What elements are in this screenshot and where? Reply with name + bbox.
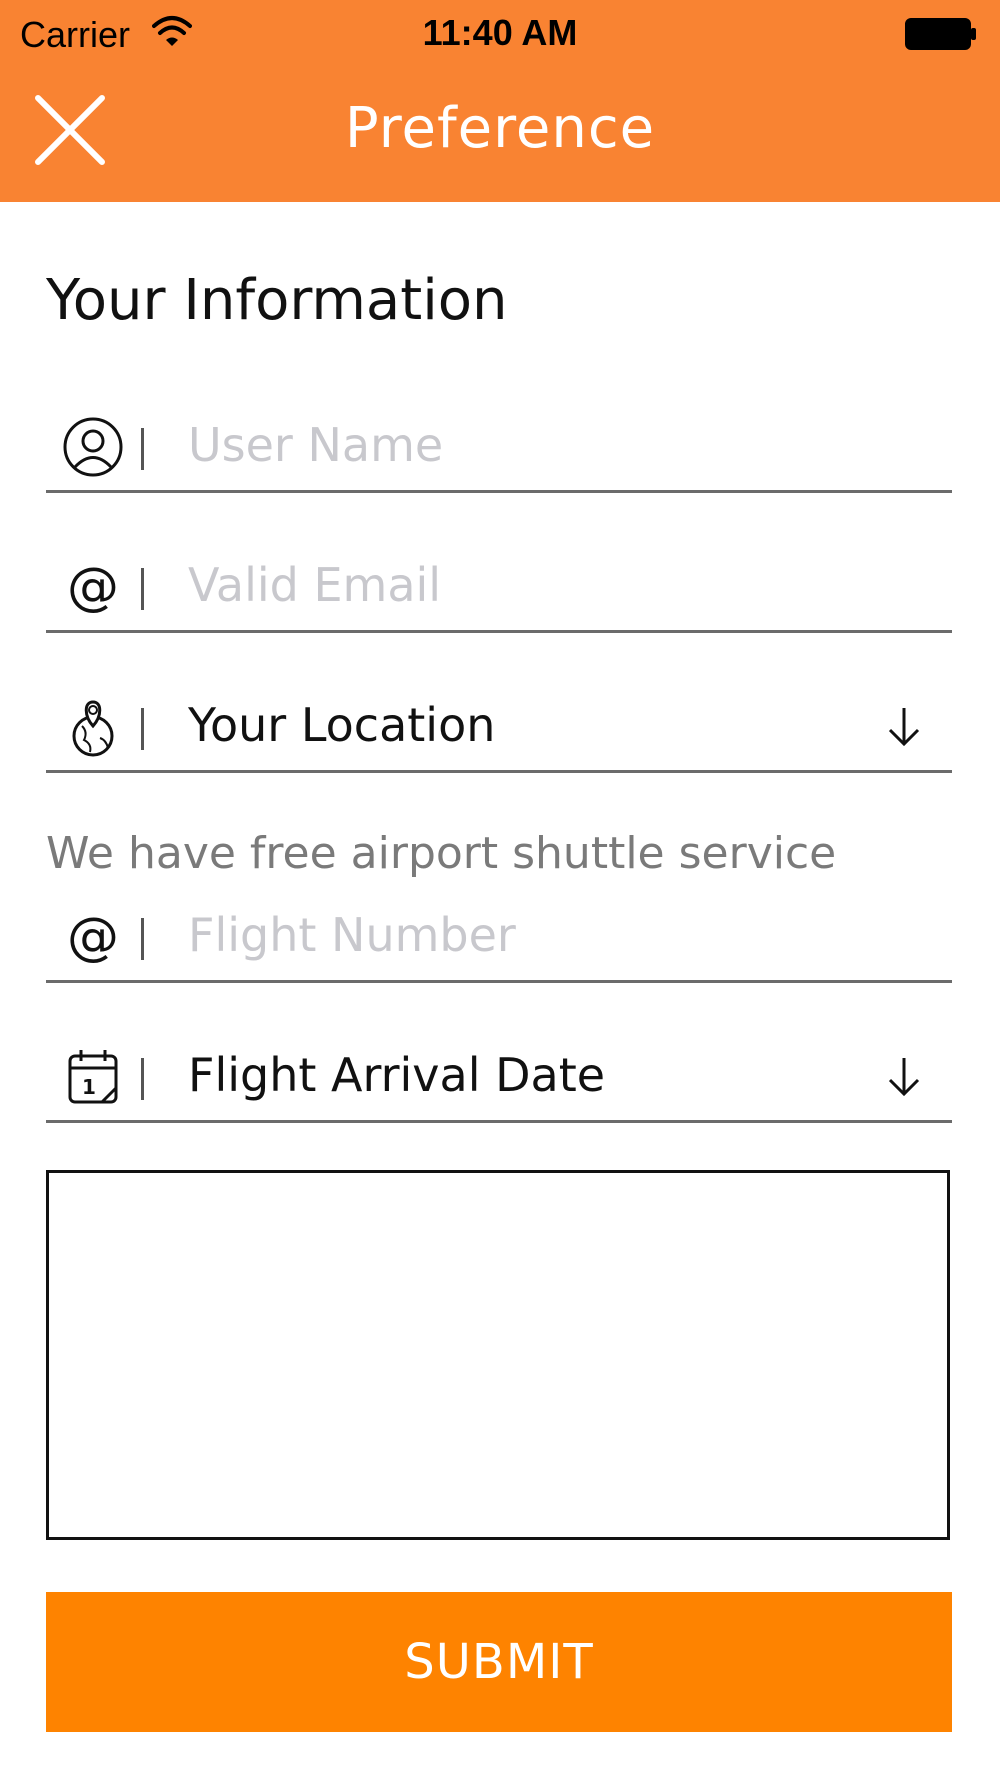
svg-text:@: @: [67, 557, 119, 617]
calendar-icon: 1: [68, 1050, 118, 1104]
at-icon: @: [67, 557, 119, 617]
user-name-field[interactable]: User Name: [46, 394, 952, 493]
header-bar: Carrier 11:40 AM Preference: [0, 0, 1000, 202]
location-dropdown[interactable]: Your Location: [46, 674, 952, 773]
flight-number-field[interactable]: @ Flight Number: [46, 884, 952, 983]
arrow-down-icon[interactable]: [884, 704, 924, 748]
flight-number-placeholder: Flight Number: [188, 908, 516, 962]
email-placeholder: Valid Email: [188, 558, 442, 612]
page-title: Preference: [344, 96, 656, 161]
svg-text:@: @: [67, 907, 119, 967]
field-separator: [141, 918, 144, 960]
preference-screen: Carrier 11:40 AM Preference Your Informa…: [0, 0, 1000, 1778]
field-separator: [141, 708, 144, 750]
email-field[interactable]: @ Valid Email: [46, 534, 952, 633]
shuttle-hint: We have free airport shuttle service: [46, 828, 837, 879]
section-title: Your Information: [46, 268, 508, 333]
submit-button[interactable]: SUBMIT: [46, 1592, 952, 1732]
arrival-date-dropdown[interactable]: 1 Flight Arrival Date: [46, 1024, 952, 1123]
status-time: 11:40 AM: [422, 12, 578, 53]
arrival-date-value: Flight Arrival Date: [188, 1048, 606, 1102]
field-separator: [141, 428, 144, 470]
svg-text:1: 1: [82, 1075, 96, 1099]
user-name-placeholder: User Name: [188, 418, 444, 472]
battery-icon: [905, 18, 976, 50]
field-separator: [141, 1058, 144, 1100]
at-icon: @: [67, 907, 119, 967]
field-separator: [141, 568, 144, 610]
user-icon: [63, 417, 123, 477]
status-bar: Carrier 11:40 AM: [0, 0, 1000, 70]
notes-textarea[interactable]: [46, 1170, 950, 1540]
globe-pin-icon: [72, 700, 114, 757]
arrow-down-icon[interactable]: [884, 1054, 924, 1098]
location-value: Your Location: [188, 698, 496, 752]
